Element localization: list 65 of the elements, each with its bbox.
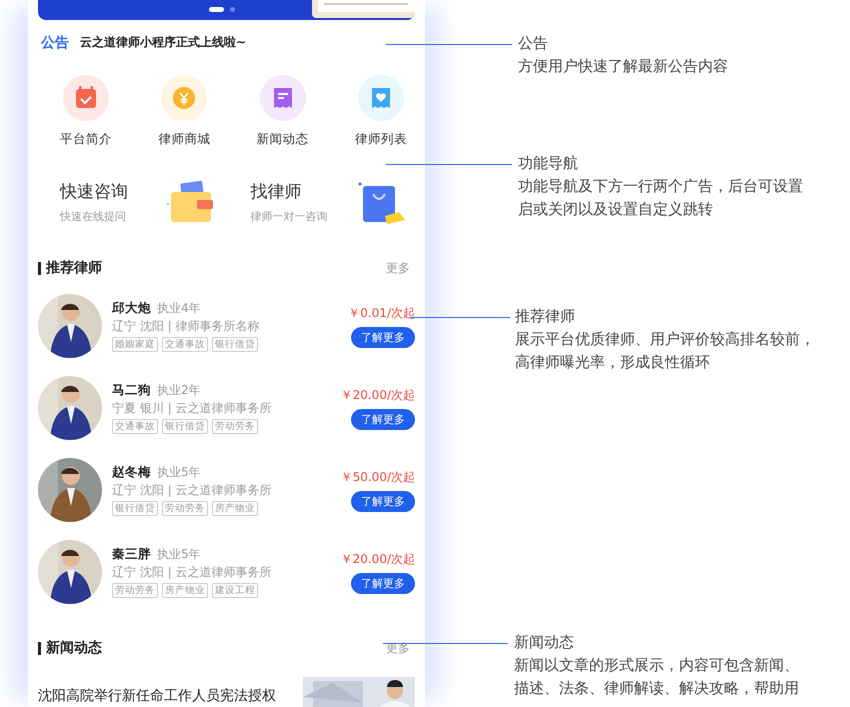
tag: 劳动劳务 (212, 419, 258, 434)
location-text: 宁夏 银川 | 云之道律师事务所 (112, 400, 272, 418)
experience-text: 执业5年 (157, 546, 201, 564)
banner[interactable] (38, 0, 415, 20)
nav-item[interactable]: 律师商城 (144, 75, 224, 148)
annotation-title: 公告 (518, 33, 549, 54)
price-text: ￥50.00/次起 (340, 468, 415, 486)
details-button[interactable]: 了解更多 (351, 572, 415, 594)
section-title: 推荐律师 (46, 259, 103, 278)
location-text: 辽宁 沈阳 | 律师事务所名称 (112, 318, 260, 336)
pagination-dot[interactable] (230, 6, 234, 12)
annotation-text: 方便用户快速了解最新公告内容 (518, 56, 728, 77)
annotation-text: 描述、法条、律师解读、解决攻略，帮助用 (514, 678, 799, 699)
nav-item[interactable]: 新闻动态 (242, 75, 323, 148)
lawyer-name: 邱大炮 (112, 300, 151, 318)
promo-card[interactable]: 找律师 律师一对一咨询 (224, 170, 415, 234)
promo-card[interactable]: 快速咨询 快速在线提问 (38, 170, 224, 234)
tag: 银行借贷 (162, 419, 208, 434)
details-button[interactable]: 了解更多 (351, 326, 415, 348)
nav-item[interactable]: 律师列表 (340, 75, 421, 148)
annotation-text: 新闻以文章的形式展示，内容可包含新闻、 (514, 655, 799, 676)
nav-item[interactable]: 平台简介 (46, 75, 126, 148)
annotation-text: 高律师曝光率，形成良性循环 (515, 352, 711, 373)
tag: 建设工程 (212, 583, 258, 598)
tag: 银行借贷 (212, 337, 258, 352)
notice-label: 公告 (41, 34, 69, 52)
price-text: ￥20.00/次起 (340, 386, 415, 404)
tag: 房产物业 (212, 501, 258, 516)
experience-text: 执业5年 (157, 464, 201, 482)
experience-text: 执业4年 (157, 300, 201, 318)
coin-icon (161, 75, 208, 122)
promo-title: 找律师 (250, 180, 302, 203)
annotation-title: 推荐律师 (515, 306, 576, 327)
annotation-title: 功能导航 (518, 153, 579, 174)
document-icon (260, 75, 306, 122)
location-text: 辽宁 沈阳 | 云之道律师事务所 (112, 482, 272, 500)
lawyer-name: 赵冬梅 (112, 464, 151, 482)
tag: 交通事故 (112, 419, 158, 434)
promo-subtitle: 快速在线提问 (60, 208, 127, 224)
section-title: 新闻动态 (46, 639, 103, 658)
price-text: ￥20.00/次起 (340, 550, 415, 568)
notice-text: 云之道律师小程序正式上线啦~ (80, 34, 246, 51)
details-button[interactable]: 了解更多 (351, 490, 415, 512)
tag: 银行借贷 (112, 501, 158, 516)
tag: 交通事故 (162, 337, 208, 352)
section-marker (38, 642, 41, 655)
tag: 劳动劳务 (162, 501, 208, 516)
section-marker (38, 262, 41, 275)
details-button[interactable]: 了解更多 (351, 408, 415, 430)
price-text: ￥0.01/次起 (348, 304, 415, 322)
annotation-text: 启或关闭以及设置自定义跳转 (518, 199, 714, 220)
tag: 房产物业 (162, 583, 208, 598)
promo-subtitle: 律师一对一咨询 (250, 208, 328, 224)
location-text: 辽宁 沈阳 | 云之道律师事务所 (112, 564, 272, 582)
tag: 劳动劳务 (112, 583, 158, 598)
annotation-title: 新闻动态 (514, 632, 575, 653)
lawyer-name: 秦三胖 (112, 546, 151, 564)
promo-title: 快速咨询 (60, 180, 128, 203)
tag: 婚姻家庭 (112, 337, 158, 352)
experience-text: 执业2年 (157, 382, 201, 400)
annotation-text: 功能导航及下方一行两个广告，后台可设置 (518, 176, 803, 197)
lawyer-name: 马二狗 (112, 382, 151, 400)
news-item[interactable]: 沈阳高院举行新任命工作人员宪法授权 (38, 677, 415, 707)
annotation-text: 展示平台优质律师、用户评价较高排名较前， (515, 329, 815, 350)
calendar-icon (63, 75, 109, 122)
